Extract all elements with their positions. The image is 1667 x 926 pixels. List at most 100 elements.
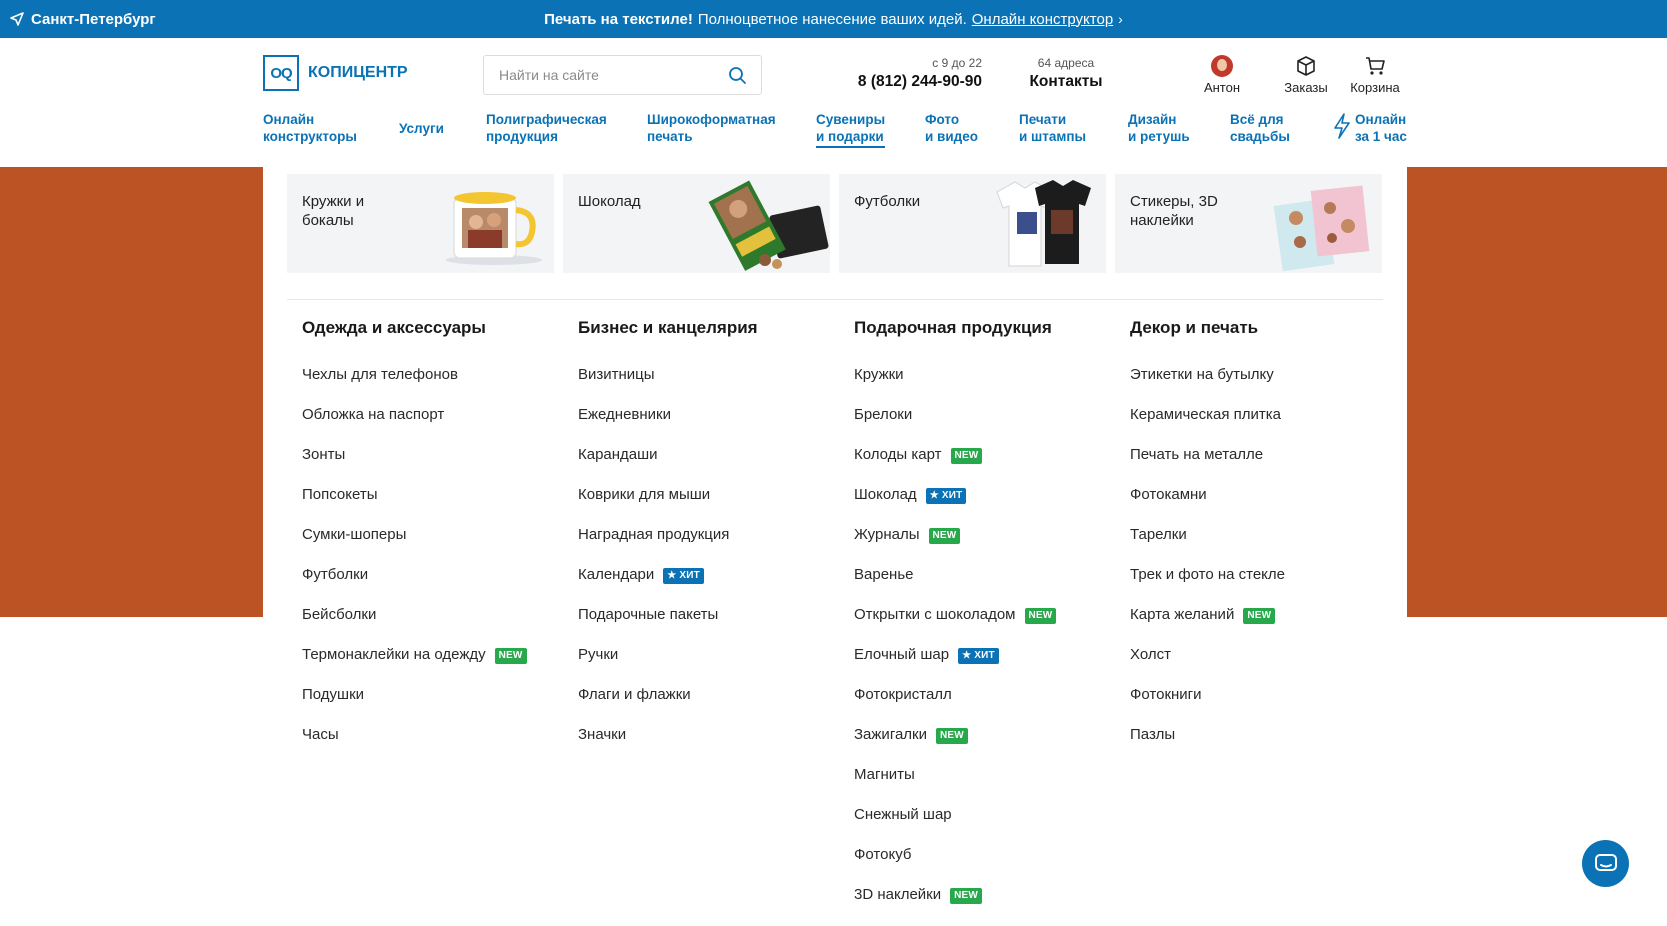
list-item[interactable]: Фотокниги bbox=[1130, 686, 1285, 726]
list-item[interactable]: Шоколад ★ ХИТ bbox=[854, 486, 1056, 526]
list-item[interactable]: Значки bbox=[578, 726, 758, 766]
card-tshirts[interactable]: Футболки bbox=[839, 174, 1106, 273]
nav-polygraphy[interactable]: Полиграфическая продукция bbox=[486, 111, 607, 145]
card-line: наклейки bbox=[1130, 212, 1194, 229]
list-item[interactable]: Ежедневники bbox=[578, 406, 758, 446]
nav-services[interactable]: Услуги bbox=[399, 120, 444, 137]
list-item[interactable]: 3D наклейки NEW bbox=[854, 886, 1056, 926]
list-item[interactable]: Термонаклейки на одежду NEW bbox=[302, 646, 527, 686]
list-item-label: Тарелки bbox=[1130, 526, 1187, 543]
logo[interactable]: OQ КОПИЦЕНТР bbox=[263, 55, 408, 91]
list-item[interactable]: Карта желаний NEW bbox=[1130, 606, 1285, 646]
list-item[interactable]: Подарочные пакеты bbox=[578, 606, 758, 646]
nav-line: Услуги bbox=[399, 121, 444, 136]
logo-text: КОПИЦЕНТР bbox=[308, 64, 408, 81]
list-item[interactable]: Подушки bbox=[302, 686, 527, 726]
list-item[interactable]: Карандаши bbox=[578, 446, 758, 486]
list-item[interactable]: Календари ★ ХИТ bbox=[578, 566, 758, 606]
search-icon[interactable] bbox=[728, 66, 747, 85]
list-item[interactable]: Чехлы для телефонов bbox=[302, 366, 527, 406]
list-item[interactable]: Коврики для мыши bbox=[578, 486, 758, 526]
list-item[interactable]: Фотокуб bbox=[854, 846, 1056, 886]
category-list: Чехлы для телефонов Обложка на паспорт З… bbox=[302, 366, 527, 766]
search-input[interactable] bbox=[484, 56, 744, 94]
list-item-label: Керамическая плитка bbox=[1130, 406, 1281, 423]
list-item[interactable]: Ручки bbox=[578, 646, 758, 686]
new-badge: NEW bbox=[928, 528, 961, 544]
list-item[interactable]: Зажигалки NEW bbox=[854, 726, 1056, 766]
list-item[interactable]: Визитницы bbox=[578, 366, 758, 406]
list-item[interactable]: Пазлы bbox=[1130, 726, 1285, 766]
list-item-label: Карта желаний bbox=[1130, 606, 1235, 623]
nav-line: за 1 час bbox=[1355, 129, 1407, 144]
list-item[interactable]: Кружки bbox=[854, 366, 1056, 406]
list-item[interactable]: Печать на металле bbox=[1130, 446, 1285, 486]
list-item[interactable]: Снежный шар bbox=[854, 806, 1056, 846]
hit-badge: ★ ХИТ bbox=[958, 648, 999, 664]
phone-number[interactable]: 8 (812) 244-90-90 bbox=[830, 73, 982, 91]
chat-button[interactable] bbox=[1582, 840, 1629, 887]
promo-banner: Печать на текстиле! Полноцветное нанесен… bbox=[0, 0, 1667, 38]
nav-design[interactable]: Дизайн и ретушь bbox=[1128, 111, 1190, 145]
category-title: Одежда и аксессуары bbox=[302, 318, 486, 337]
nav-online-1-hour[interactable]: Онлайн за 1 час bbox=[1334, 111, 1407, 145]
nav-wedding[interactable]: Всё для свадьбы bbox=[1230, 111, 1290, 145]
list-item[interactable]: Часы bbox=[302, 726, 527, 766]
user-profile-button[interactable]: Антон bbox=[1197, 53, 1247, 95]
list-item[interactable]: Попсокеты bbox=[302, 486, 527, 526]
list-item-label: Колоды карт bbox=[854, 446, 942, 463]
list-item[interactable]: Журналы NEW bbox=[854, 526, 1056, 566]
card-label: Шоколад bbox=[578, 192, 641, 211]
card-label: Стикеры, 3D наклейки bbox=[1130, 192, 1218, 230]
promo-text: Полноцветное нанесение ваших идей. bbox=[697, 10, 967, 28]
list-item-label: Сумки-шоперы bbox=[302, 526, 407, 543]
list-item-label: Подарочные пакеты bbox=[578, 606, 719, 623]
card-mugs[interactable]: Кружки и бокалы bbox=[287, 174, 554, 273]
nav-souvenirs[interactable]: Сувениры и подарки bbox=[816, 111, 886, 148]
list-item-label: Кружки bbox=[854, 366, 904, 383]
nav-online-constructors[interactable]: Онлайн конструкторы bbox=[263, 111, 357, 145]
contacts-link[interactable]: Контакты bbox=[1010, 73, 1122, 91]
list-item[interactable]: Керамическая плитка bbox=[1130, 406, 1285, 446]
list-item-label: Фотокуб bbox=[854, 846, 912, 863]
list-item-label: Печать на металле bbox=[1130, 446, 1264, 463]
list-item[interactable]: Флаги и флажки bbox=[578, 686, 758, 726]
list-item[interactable]: Тарелки bbox=[1130, 526, 1285, 566]
nav-wide-format[interactable]: Широкоформатная печать bbox=[647, 111, 776, 145]
list-item[interactable]: Колоды карт NEW bbox=[854, 446, 1056, 486]
cart-button[interactable]: Корзина bbox=[1346, 53, 1404, 95]
nav-photo-video[interactable]: Фото и видео bbox=[925, 111, 978, 145]
list-item[interactable]: Этикетки на бутылку bbox=[1130, 366, 1285, 406]
list-item-label: Снежный шар bbox=[854, 806, 952, 823]
list-item[interactable]: Фотокристалл bbox=[854, 686, 1056, 726]
list-item[interactable]: Елочный шар ★ ХИТ bbox=[854, 646, 1056, 686]
list-item[interactable]: Открытки с шоколадом NEW bbox=[854, 606, 1057, 646]
promo-link[interactable]: Онлайн конструктор bbox=[972, 11, 1113, 28]
nav-stamps[interactable]: Печати и штампы bbox=[1019, 111, 1086, 145]
card-stickers[interactable]: Стикеры, 3D наклейки bbox=[1115, 174, 1382, 273]
user-name: Антон bbox=[1203, 80, 1241, 95]
list-item[interactable]: Футболки bbox=[302, 566, 527, 606]
orders-button[interactable]: Заказы bbox=[1280, 53, 1332, 95]
card-line: бокалы bbox=[302, 212, 354, 229]
list-item[interactable]: Сумки-шоперы bbox=[302, 526, 527, 566]
card-line: Шоколад bbox=[578, 193, 641, 210]
list-item[interactable]: Брелоки bbox=[854, 406, 1056, 446]
chevron-right-icon: › bbox=[1118, 11, 1123, 27]
list-item[interactable]: Бейсболки bbox=[302, 606, 527, 646]
list-item[interactable]: Зонты bbox=[302, 446, 527, 486]
list-item-label: Карандаши bbox=[578, 446, 658, 463]
list-item[interactable]: Холст bbox=[1130, 646, 1285, 686]
category-title: Бизнес и канцелярия bbox=[578, 318, 758, 337]
list-item[interactable]: Обложка на паспорт bbox=[302, 406, 527, 446]
list-item-label: Календари bbox=[578, 566, 655, 583]
list-item[interactable]: Варенье bbox=[854, 566, 1056, 606]
list-item[interactable]: Трек и фото на стекле bbox=[1130, 566, 1285, 606]
list-item[interactable]: Фотокамни bbox=[1130, 486, 1285, 526]
list-item[interactable]: Наградная продукция bbox=[578, 526, 758, 566]
chocolate-illustration bbox=[708, 180, 829, 271]
card-chocolate[interactable]: Шоколад bbox=[563, 174, 830, 273]
new-badge: NEW bbox=[1024, 608, 1057, 624]
list-item[interactable]: Магниты bbox=[854, 766, 1056, 806]
card-label: Кружки и бокалы bbox=[302, 192, 364, 230]
